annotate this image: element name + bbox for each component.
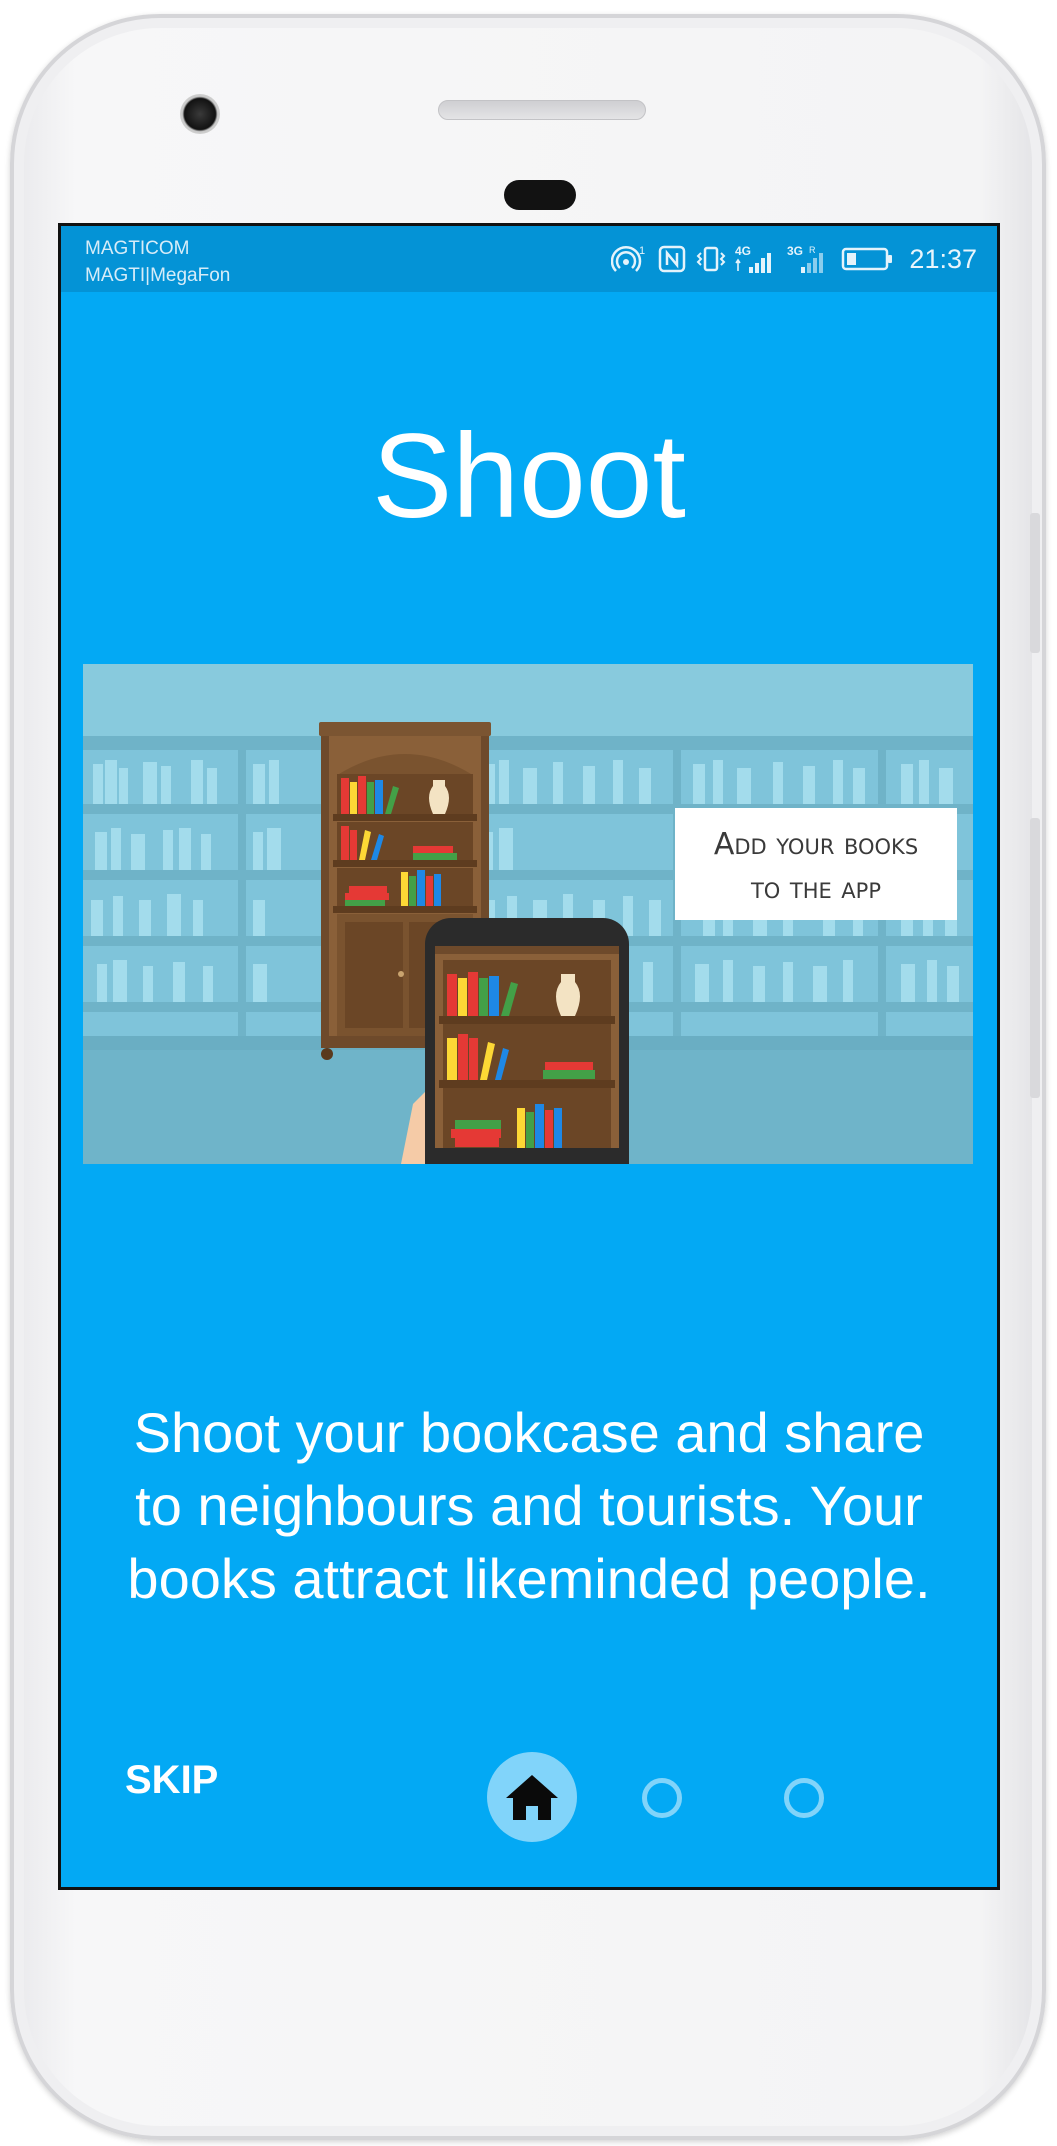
clock: 21:37 bbox=[909, 243, 977, 274]
page-title: Shoot bbox=[372, 409, 686, 543]
network-1-label: 4G bbox=[735, 244, 751, 258]
earpiece bbox=[504, 180, 576, 210]
page-indicator-3[interactable] bbox=[784, 1778, 824, 1818]
network-2-label: 3G bbox=[787, 244, 803, 258]
onboarding-description: Shoot your bookcase and share to neighbo… bbox=[127, 1401, 931, 1610]
banner-line-2: to the app bbox=[750, 871, 881, 906]
app-screen: MAGTICOM MAGTI|MegaFon 1 4G 3G R 21:37 S… bbox=[58, 223, 1000, 1890]
nfc-icon bbox=[659, 245, 686, 273]
status-bar: MAGTICOM MAGTI|MegaFon 1 4G 3G R 21:37 bbox=[61, 226, 997, 292]
signal-3g-icon: 3G R bbox=[787, 244, 824, 273]
hand-with-phone bbox=[401, 918, 629, 1164]
page-indicator-2[interactable] bbox=[642, 1778, 682, 1818]
carrier-primary: MAGTICOM bbox=[85, 238, 190, 259]
hotspot-icon: 1 bbox=[611, 245, 646, 272]
signal-4g-icon: 4G bbox=[735, 244, 772, 273]
speaker-grille bbox=[438, 100, 646, 120]
home-icon bbox=[506, 1775, 558, 1820]
battery-icon bbox=[842, 247, 893, 271]
volume-button bbox=[1030, 818, 1040, 1098]
banner-line-1: Add your books bbox=[714, 827, 918, 862]
svg-text:1: 1 bbox=[639, 245, 645, 257]
front-camera bbox=[180, 94, 220, 134]
svg-text:R: R bbox=[809, 245, 816, 255]
status-icons: 1 4G 3G R 21:37 bbox=[611, 240, 977, 278]
bookshelf-illustration: Add your books to the app bbox=[83, 664, 973, 1164]
page-indicator-active[interactable] bbox=[487, 1752, 577, 1842]
power-button bbox=[1030, 513, 1040, 653]
carrier-secondary: MAGTI|MegaFon bbox=[85, 265, 231, 286]
skip-button[interactable]: SKIP bbox=[125, 1758, 218, 1803]
vibrate-icon bbox=[697, 246, 726, 272]
